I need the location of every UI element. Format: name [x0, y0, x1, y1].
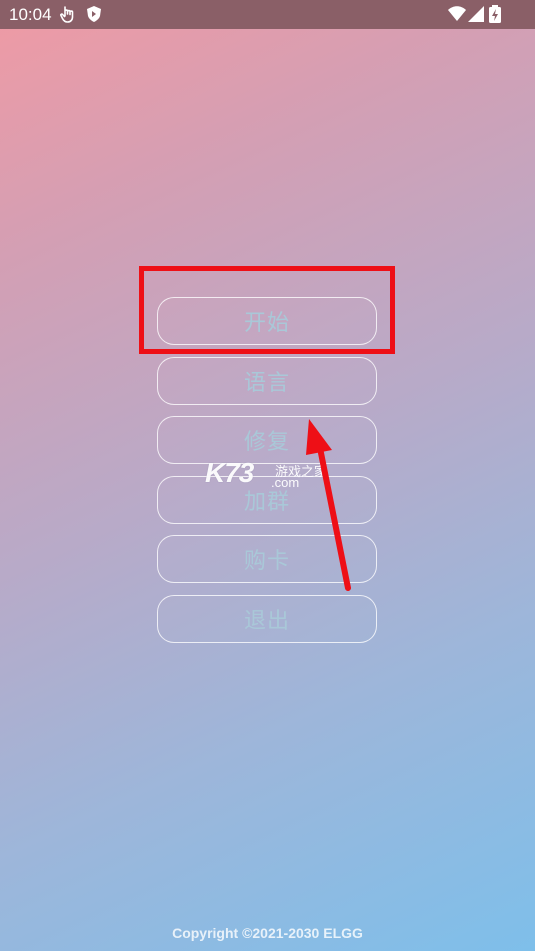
annotation-highlight-box	[139, 266, 395, 354]
status-bar: 10:04	[0, 0, 535, 29]
buy-card-button-label: 购卡	[243, 549, 290, 574]
signal-icon	[466, 4, 486, 24]
language-button-label: 语言	[243, 370, 290, 396]
touch-icon	[58, 4, 78, 24]
app-shield-icon	[84, 4, 104, 24]
wifi-icon	[447, 4, 467, 24]
copyright-text: Copyright ©2021-2030 ELGG	[172, 925, 363, 941]
language-button[interactable]: 语言	[157, 356, 377, 405]
battery-charging-icon	[488, 4, 502, 24]
watermark: K73 游戏之家 .com	[205, 457, 340, 497]
exit-button[interactable]: 退出	[157, 594, 377, 643]
status-time: 10:04	[9, 5, 52, 24]
watermark-logo: K73	[205, 457, 254, 488]
exit-button-label: 退出	[243, 608, 290, 634]
repair-button-label: 修复	[243, 430, 290, 455]
watermark-domain: .com	[271, 475, 300, 490]
buy-card-button[interactable]: 购卡	[157, 535, 377, 583]
